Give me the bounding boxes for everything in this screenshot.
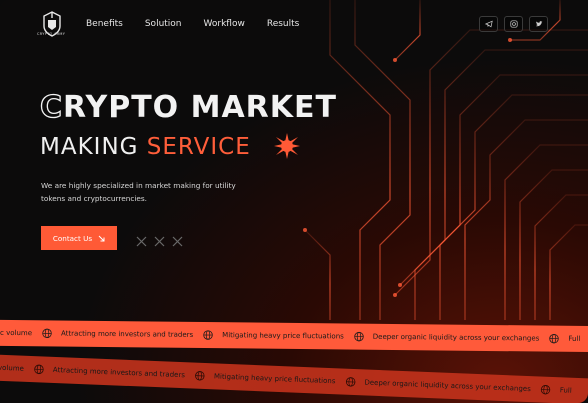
- ticker-item: Attracting more investors and traders: [52, 365, 186, 380]
- nav-benefits[interactable]: Benefits: [86, 19, 123, 29]
- logo-text: CRYPTO ARMY: [37, 32, 66, 36]
- arrow-down-right-icon: [98, 235, 105, 241]
- globe-icon: [203, 330, 213, 340]
- ticker-item: Full: [568, 334, 581, 343]
- ticker-item: Mitigating heavy price fluctuations: [213, 372, 336, 386]
- ticker-item: Mitigating heavy price fluctuations: [222, 331, 344, 341]
- globe-icon: [354, 331, 364, 342]
- social-links: [479, 16, 548, 32]
- twitter-button[interactable]: [529, 16, 548, 32]
- cross-icon: [154, 232, 165, 247]
- twitter-icon: [535, 21, 542, 27]
- decorative-crosses: [136, 232, 183, 247]
- nav-results[interactable]: Results: [267, 19, 300, 29]
- globe-icon: [345, 377, 356, 387]
- ticker-item: Attracting more investors and traders: [60, 329, 194, 339]
- hero-subtitle-orange: SERVICE: [146, 134, 251, 160]
- hero-title-outline-letter: C: [39, 89, 64, 125]
- contact-us-button[interactable]: Contact Us: [41, 226, 117, 250]
- main-nav: Benefits Solution Workflow Results: [86, 19, 321, 29]
- nav-workflow[interactable]: Workflow: [204, 19, 245, 29]
- nav-solution[interactable]: Solution: [145, 19, 182, 29]
- contact-us-label: Contact Us: [52, 233, 93, 243]
- globe-icon: [34, 364, 44, 375]
- ticker-item: Deeper organic liquidity across your exc…: [364, 378, 531, 394]
- globe-icon: [42, 328, 52, 339]
- instagram-icon: [509, 20, 518, 28]
- hero-title-rest: RYPTO MARKET: [63, 90, 337, 125]
- ticker-item: Deeper organic liquidity across your exc…: [372, 332, 540, 343]
- instagram-button[interactable]: [504, 16, 523, 32]
- starburst-icon: [274, 133, 300, 159]
- globe-icon: [195, 371, 205, 381]
- ticker-item: Full: [559, 386, 572, 395]
- hero-subtitle: MAKING SERVICE: [40, 134, 251, 160]
- hero-description: We are highly specialized in market maki…: [41, 181, 236, 203]
- hero-subtitle-white: MAKING: [40, 134, 139, 160]
- globe-icon: [541, 385, 551, 395]
- ticker-item: c volume: [0, 328, 33, 338]
- hero-title: CRYPTO MARKET: [39, 89, 337, 125]
- ticker-item: volume: [0, 363, 25, 373]
- globe-icon: [549, 333, 560, 344]
- cross-icon: [136, 232, 147, 247]
- landing-page: CRYPTO ARMY Benefits Solution Workflow R…: [0, 0, 588, 403]
- telegram-button[interactable]: [479, 16, 498, 32]
- telegram-icon: [484, 20, 493, 28]
- cross-icon: [172, 232, 183, 247]
